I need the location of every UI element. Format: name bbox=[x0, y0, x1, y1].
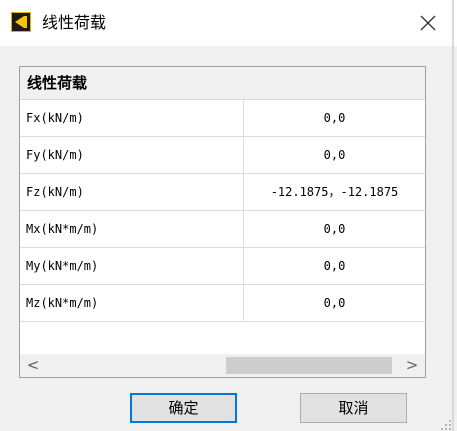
property-value[interactable]: -12.1875，-12.1875 bbox=[244, 174, 425, 210]
property-name: Fz(kN/m) bbox=[20, 174, 244, 210]
property-row-fx[interactable]: Fx(kN/m) 0,0 bbox=[20, 100, 425, 137]
property-value[interactable]: 0,0 bbox=[244, 100, 425, 136]
scroll-left-arrow-icon[interactable]: < bbox=[22, 354, 44, 377]
cancel-button[interactable]: 取消 bbox=[300, 393, 407, 423]
property-name: Mz(kN*m/m) bbox=[20, 285, 244, 321]
property-row-fy[interactable]: Fy(kN/m) 0,0 bbox=[20, 137, 425, 174]
property-row-my[interactable]: My(kN*m/m) 0,0 bbox=[20, 248, 425, 285]
property-row-mx[interactable]: Mx(kN*m/m) 0,0 bbox=[20, 211, 425, 248]
property-grid: 线性荷载 Fx(kN/m) 0,0 Fy(kN/m) 0,0 Fz(kN/m) … bbox=[19, 66, 426, 378]
window-edge-divider bbox=[452, 0, 454, 431]
property-value[interactable]: 0,0 bbox=[244, 248, 425, 284]
close-icon bbox=[420, 15, 436, 31]
property-name: Fy(kN/m) bbox=[20, 137, 244, 173]
property-name: Fx(kN/m) bbox=[20, 100, 244, 136]
property-group-title: 线性荷载 bbox=[27, 74, 88, 92]
property-row-fz[interactable]: Fz(kN/m) -12.1875，-12.1875 bbox=[20, 174, 425, 211]
close-button[interactable] bbox=[410, 8, 446, 38]
property-value[interactable]: 0,0 bbox=[244, 211, 425, 247]
horizontal-scrollbar[interactable]: < > bbox=[20, 354, 425, 377]
window-title: 线性荷载 bbox=[42, 13, 107, 32]
resize-grip-icon[interactable] bbox=[440, 416, 452, 430]
ok-button[interactable]: 确定 bbox=[130, 393, 237, 423]
scroll-right-arrow-icon[interactable]: > bbox=[401, 354, 423, 377]
property-name: Mx(kN*m/m) bbox=[20, 211, 244, 247]
property-name: My(kN*m/m) bbox=[20, 248, 244, 284]
property-group-header[interactable]: 线性荷载 bbox=[20, 67, 425, 100]
property-value[interactable]: 0,0 bbox=[244, 285, 425, 321]
scrollbar-thumb[interactable] bbox=[226, 357, 392, 374]
property-row-mz[interactable]: Mz(kN*m/m) 0,0 bbox=[20, 285, 425, 322]
title-bar[interactable]: 线性荷载 bbox=[0, 0, 457, 46]
dialog-window: 线性荷载 线性荷载 Fx(kN/m) 0,0 Fy(kN/m) 0,0 Fz(k… bbox=[0, 0, 457, 431]
property-value[interactable]: 0,0 bbox=[244, 137, 425, 173]
app-logo-icon bbox=[11, 12, 31, 32]
